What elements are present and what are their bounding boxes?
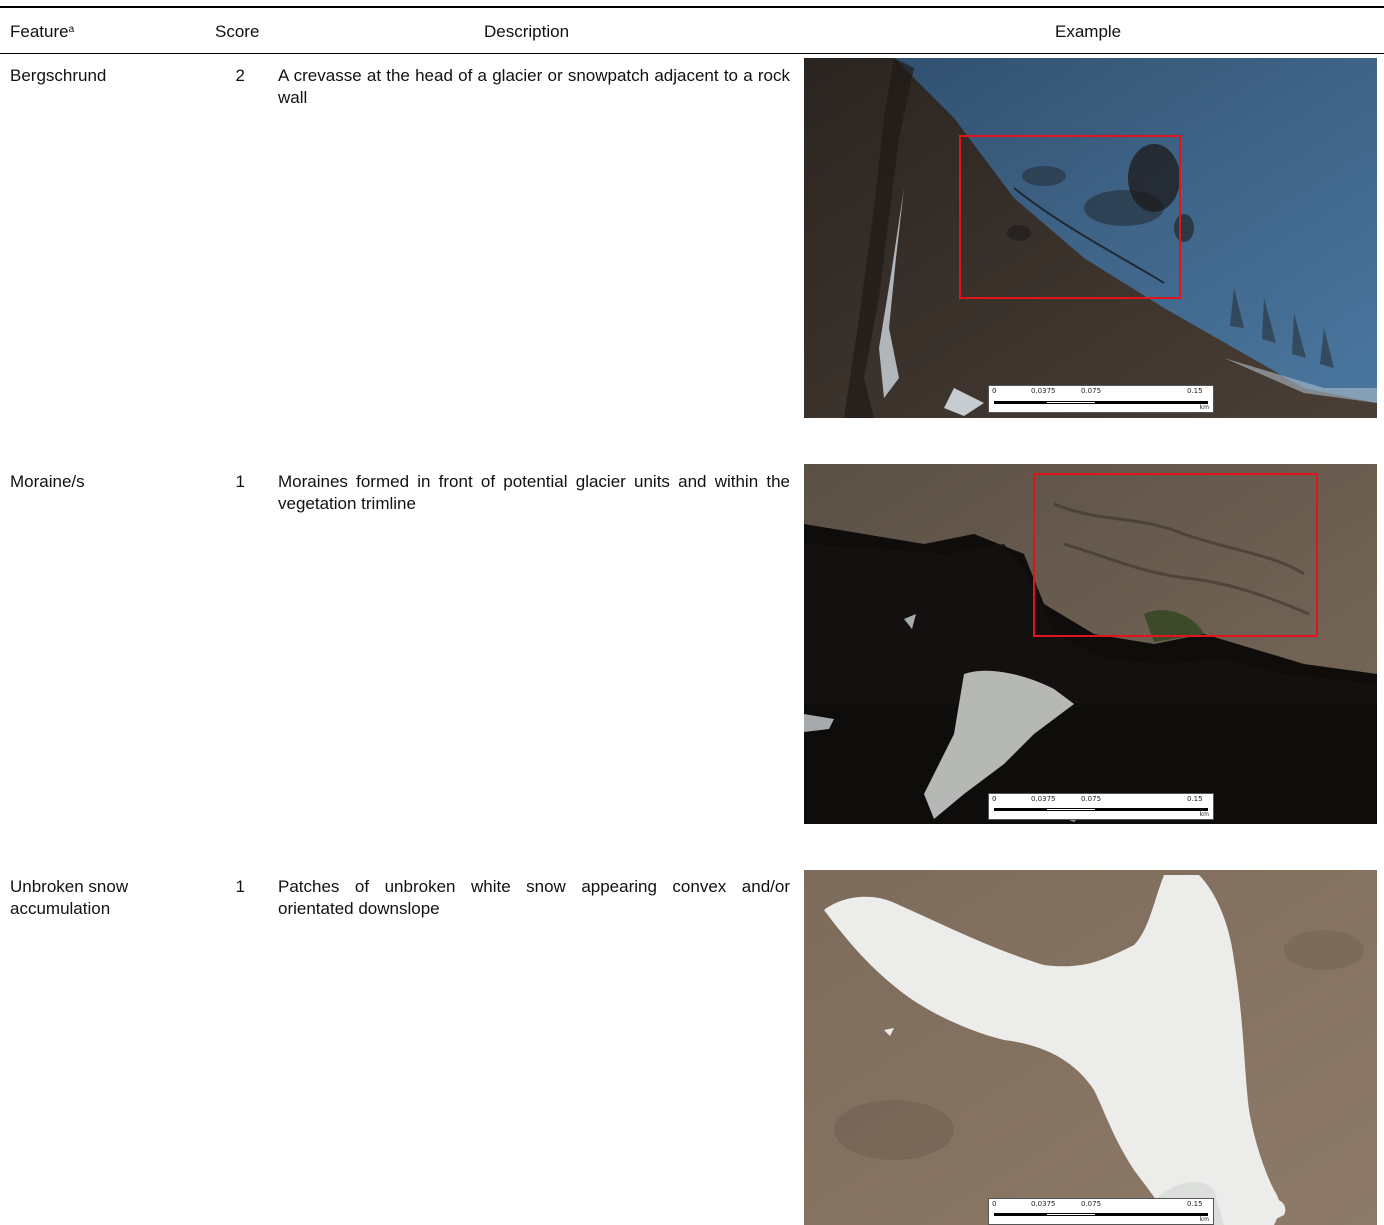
header-feature-footnote-mark: a — [68, 24, 75, 35]
scale-bar-segment — [1047, 1214, 1095, 1215]
row-2-example-image: 0 0.0375 0.075 0.15 km — [804, 464, 1377, 824]
scale-bar — [994, 401, 1208, 404]
scale-label-3: 0.15 — [1187, 795, 1203, 803]
scale-label-2: 0.075 — [1081, 795, 1102, 803]
header-example: Example — [1055, 22, 1122, 41]
scale-label-0: 0 — [992, 795, 997, 803]
row-1-example-image: 0 0.0375 0.075 0.15 km — [804, 58, 1377, 418]
row-2-description: Moraines formed in front of potential gl… — [278, 472, 790, 513]
header-description: Description — [484, 22, 570, 41]
scale-bar-segment — [1047, 402, 1095, 403]
snow-accumulation-aerial-photo — [804, 870, 1377, 1225]
scale-label-2: 0.075 — [1081, 387, 1102, 395]
scale-label-1: 0.0375 — [1031, 795, 1056, 803]
bergschrund-aerial-photo — [804, 58, 1377, 418]
row-3-example-image: 0 0.0375 0.075 0.15 km — [804, 870, 1377, 1225]
scale-unit: km — [1199, 811, 1209, 818]
row-2-feature: Moraine/s — [10, 472, 85, 491]
table-header-rule — [0, 53, 1384, 54]
scale-bar — [994, 1213, 1208, 1216]
row-1-score: 2 — [235, 66, 245, 85]
scale-bar — [994, 808, 1208, 811]
row-1-description: A crevasse at the head of a glacier or s… — [278, 66, 790, 107]
row-3-scalebar: 0 0.0375 0.075 0.15 km — [988, 1198, 1214, 1225]
row-3-feature: Unbroken snow accumulation — [10, 877, 129, 918]
row-1-feature: Bergschrund — [10, 66, 107, 85]
scale-label-1: 0.0375 — [1031, 387, 1056, 395]
scale-label-2: 0.075 — [1081, 1200, 1102, 1208]
scale-unit: km — [1199, 404, 1209, 411]
moraine-aerial-photo — [804, 464, 1377, 824]
header-score: Score — [215, 22, 260, 41]
scale-bar-segment — [1047, 809, 1095, 810]
scale-unit: km — [1199, 1216, 1209, 1223]
scale-label-3: 0.15 — [1187, 1200, 1203, 1208]
scale-label-0: 0 — [992, 1200, 997, 1208]
scale-label-0: 0 — [992, 387, 997, 395]
scale-label-3: 0.15 — [1187, 387, 1203, 395]
row-3-score: 1 — [235, 877, 245, 896]
table-top-rule — [0, 6, 1384, 8]
row-2-score: 1 — [235, 472, 245, 491]
header-feature-label: Feature — [10, 22, 69, 41]
scale-label-1: 0.0375 — [1031, 1200, 1056, 1208]
row-2-scalebar: 0 0.0375 0.075 0.15 km — [988, 793, 1214, 820]
header-feature: Featurea — [10, 20, 74, 44]
row-3-description: Patches of unbroken white snow appearing… — [278, 877, 790, 918]
row-1-scalebar: 0 0.0375 0.075 0.15 km — [988, 385, 1214, 413]
